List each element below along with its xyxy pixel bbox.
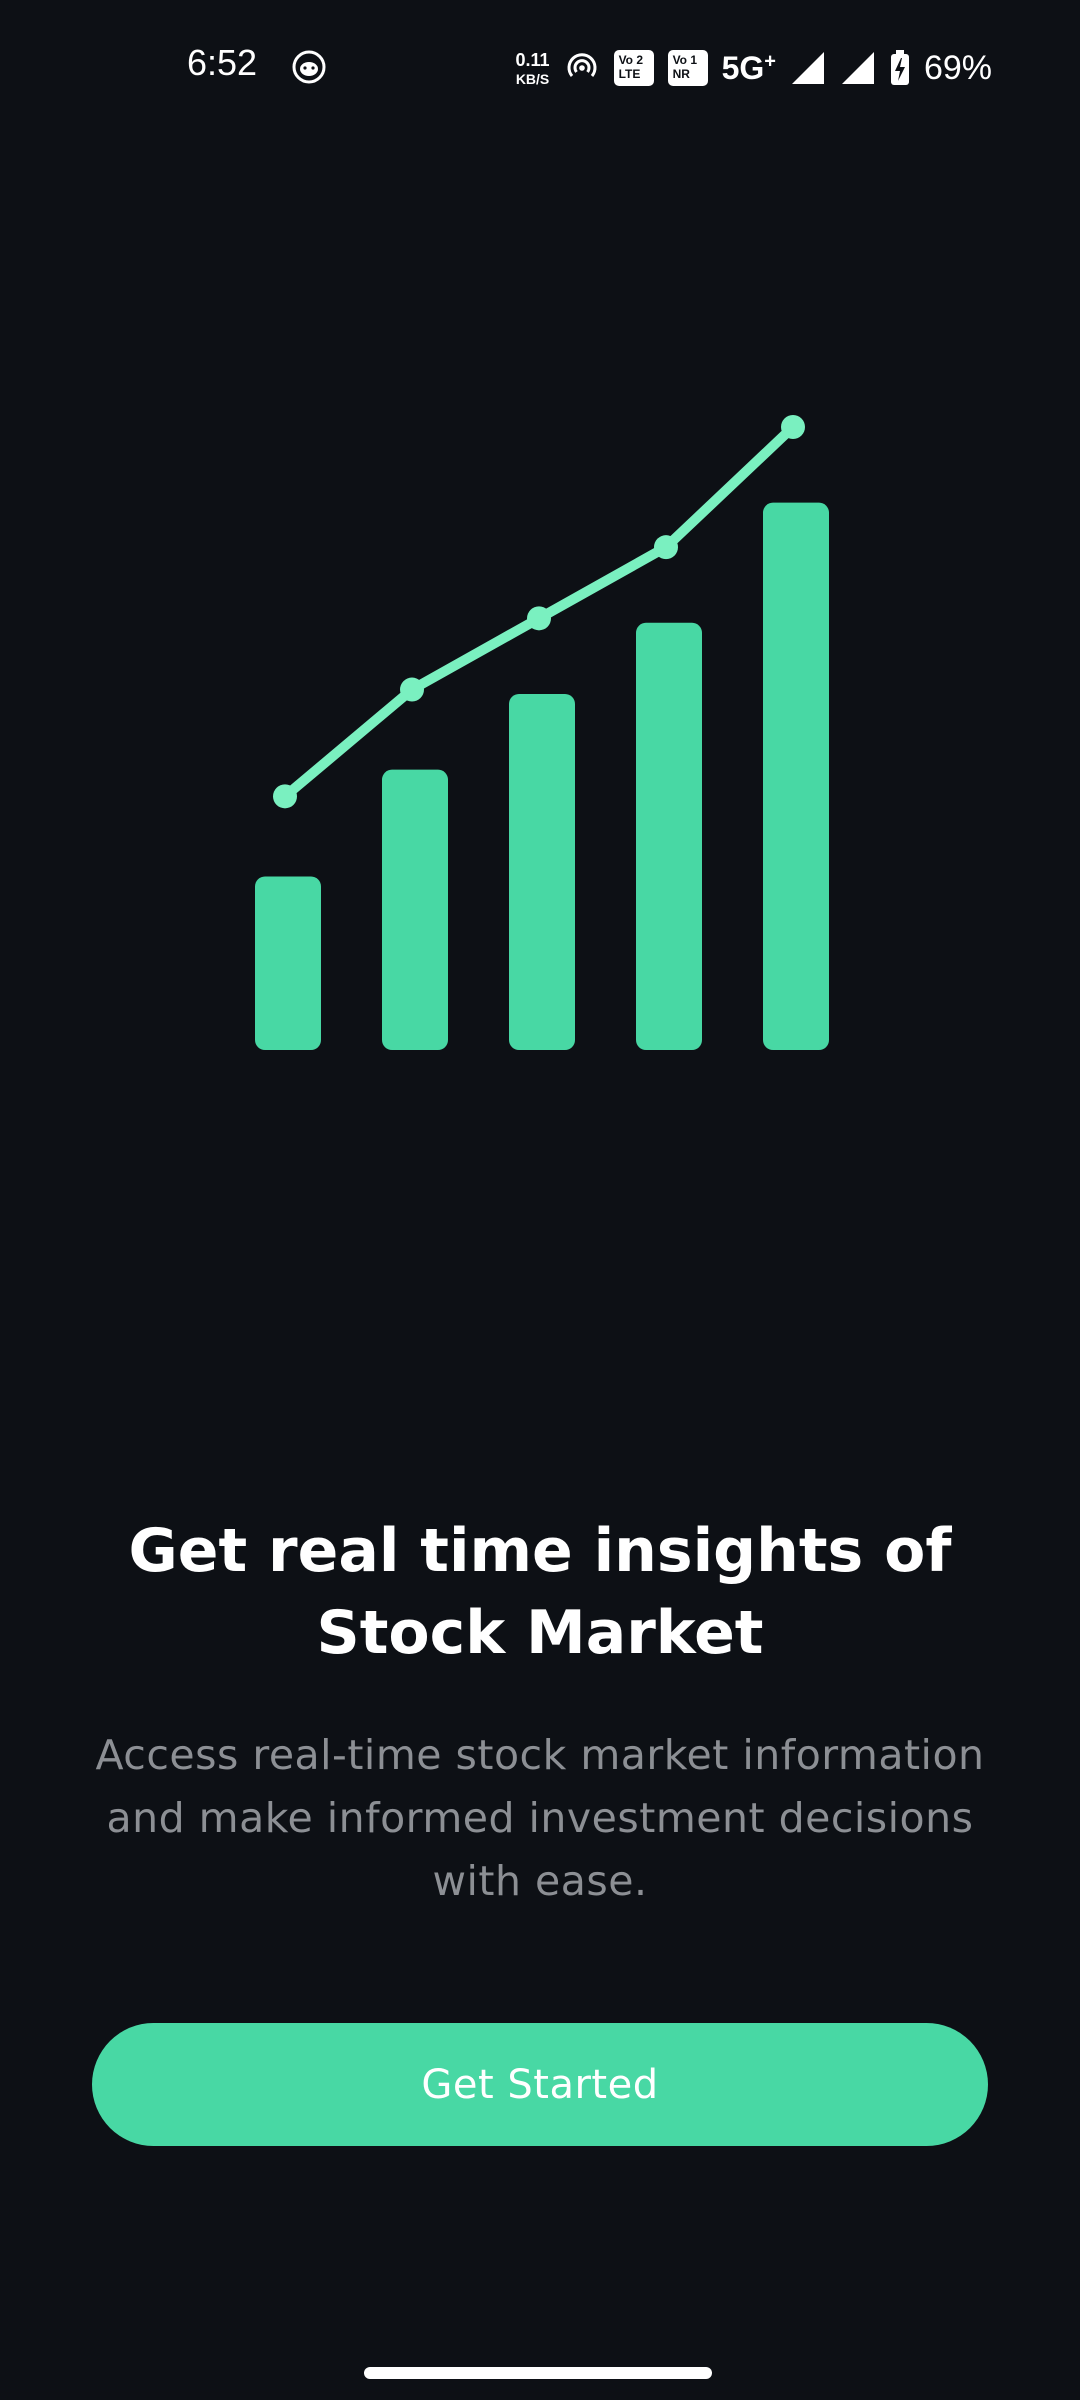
battery-charging-icon — [890, 50, 909, 85]
status-bar: 6:52 0.11 KB/S Vo 2 LTE Vo 1 NR 5G+ 69% — [0, 0, 1080, 130]
trend-point — [527, 606, 551, 631]
trend-point — [654, 535, 678, 560]
title-line-2: Stock Market — [316, 1598, 764, 1668]
sim1-volte-top: Vo 2 — [618, 53, 644, 68]
illustration-bar — [382, 769, 448, 1050]
signal-icon — [841, 52, 874, 84]
network-speed-unit: KB/S — [515, 70, 550, 87]
illustration-bar — [636, 622, 702, 1050]
sim2-volte-badge: Vo 1 NR — [667, 50, 708, 86]
subtitle-line-2: and make informed investment decisions — [106, 1794, 974, 1842]
get-started-button[interactable]: Get Started — [92, 2023, 988, 2146]
subtitle-line-1: Access real-time stock market informatio… — [95, 1731, 985, 1779]
status-icons: 0.11 KB/S Vo 2 LTE Vo 1 NR 5G+ 69% — [516, 40, 992, 96]
network-speed: 0.11 KB/S — [516, 51, 550, 86]
trend-point — [400, 677, 424, 702]
signal-icon — [791, 52, 824, 84]
onboarding-title: Get real time insights of Stock Market — [80, 1510, 1000, 1674]
illustration-bar — [509, 694, 575, 1050]
network-type: 5G+ — [722, 50, 776, 87]
sim2-volte-top: Vo 1 — [672, 53, 698, 68]
growth-chart-illustration — [255, 415, 829, 1050]
subtitle-line-3: with ease. — [432, 1857, 648, 1905]
battery-percent: 69% — [923, 48, 992, 87]
title-line-1: Get real time insights of — [128, 1516, 952, 1586]
status-time: 6:52 — [187, 42, 258, 83]
trend-point — [781, 415, 805, 439]
illustration-bars — [255, 502, 829, 1050]
network-speed-value: 0.11 — [515, 49, 550, 70]
cat-face-icon — [292, 50, 326, 84]
sim1-volte-badge: Vo 2 LTE — [613, 50, 654, 86]
sim2-volte-bottom: NR — [672, 67, 690, 81]
hotspot-icon — [567, 53, 597, 77]
sim1-volte-bottom: LTE — [618, 67, 641, 81]
illustration-bar — [255, 876, 321, 1050]
get-started-label: Get Started — [421, 2061, 659, 2108]
network-type-plus: + — [764, 49, 776, 72]
home-indicator[interactable] — [364, 2367, 712, 2379]
trend-point — [273, 784, 297, 809]
illustration-bar — [763, 502, 829, 1050]
network-type-label: 5G — [721, 49, 765, 86]
onboarding-subtitle: Access real-time stock market informatio… — [50, 1724, 1030, 1913]
